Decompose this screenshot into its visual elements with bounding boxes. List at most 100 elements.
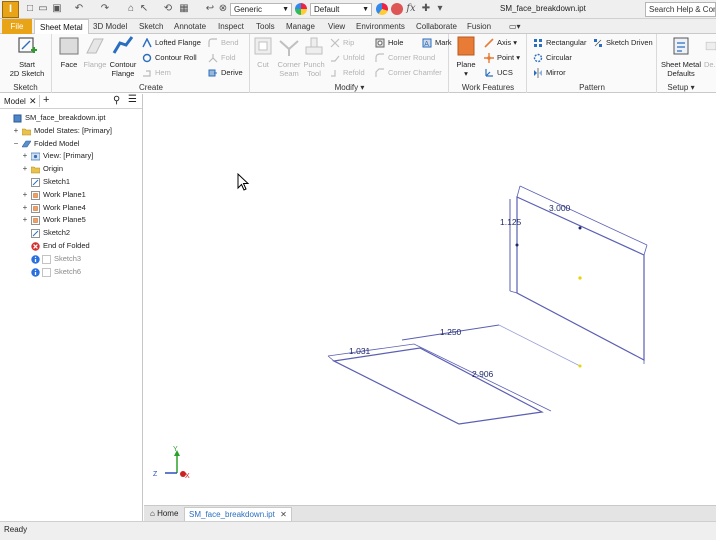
tab-environments[interactable]: Environments — [351, 19, 410, 34]
face-button[interactable]: Face — [56, 35, 82, 69]
corner-seam-button[interactable]: Corner Seam — [276, 35, 302, 78]
unfold-button[interactable]: Unfold — [330, 52, 365, 64]
axis-button[interactable]: Axis ▾ — [484, 37, 517, 49]
project-icon[interactable]: ▦ — [178, 3, 190, 15]
expand-icon[interactable]: + — [12, 125, 20, 137]
material-dropdown[interactable]: Generic ▼ — [230, 3, 292, 16]
tab-inspect[interactable]: Inspect — [213, 19, 249, 34]
undo-icon[interactable]: ↶ — [73, 3, 85, 15]
redo-icon[interactable]: ↷ — [99, 3, 111, 15]
add-browser-icon[interactable]: + — [43, 94, 49, 106]
dimension-label-flat-length[interactable]: 2.906 — [472, 369, 494, 379]
plane-button[interactable]: Plane ▾ — [453, 35, 479, 78]
add-icon[interactable]: ✚ — [420, 3, 432, 15]
dimension-line-width — [519, 185, 648, 246]
fold-button[interactable]: Fold — [208, 52, 236, 64]
circular-pattern-button[interactable]: Circular — [533, 52, 572, 64]
adjust-appearance-icon[interactable] — [376, 3, 388, 15]
cut-button[interactable]: Cut — [252, 35, 274, 69]
menu-icon[interactable]: ☰ — [128, 94, 137, 105]
flat-face[interactable] — [327, 343, 552, 425]
vertical-face[interactable] — [509, 185, 648, 364]
collapse-icon[interactable]: − — [12, 138, 20, 150]
tab-tools[interactable]: Tools — [251, 19, 280, 34]
tab-overflow[interactable]: ▭▾ — [504, 19, 526, 34]
dimension-label-width[interactable]: 3.000 — [549, 203, 571, 213]
ucs-button[interactable]: UCS — [484, 67, 513, 79]
flange-button[interactable]: Flange — [82, 35, 108, 69]
panel-title-setup[interactable]: Setup ▾ — [658, 83, 704, 92]
contour-flange-button[interactable]: Contour Flange — [108, 35, 138, 78]
customize-icon[interactable]: ▾ — [434, 3, 446, 15]
search-icon[interactable]: ⚲ — [113, 95, 120, 106]
update-icon[interactable]: ⟲ — [162, 3, 174, 15]
refold-button[interactable]: Refold — [330, 67, 365, 79]
bend-button[interactable]: Bend — [208, 37, 239, 49]
help-search-input[interactable]: Search Help & Commands... — [645, 2, 716, 17]
rectangular-pattern-button[interactable]: Rectangular — [533, 37, 586, 49]
dimension-label-offset[interactable]: 1.250 — [440, 327, 462, 337]
save-icon[interactable]: ▣ — [51, 3, 63, 15]
point-button[interactable]: Point ▾ — [484, 52, 520, 64]
select-icon[interactable]: ↖ — [138, 3, 150, 15]
dimension-label-flat-width[interactable]: 1.031 — [349, 346, 371, 356]
corner-round-button[interactable]: Corner Round — [375, 52, 435, 64]
appearance-dropdown[interactable]: Default ▼ — [310, 3, 372, 16]
hole-button[interactable]: Hole — [375, 37, 403, 49]
corner-chamfer-button[interactable]: Corner Chamfer — [375, 67, 442, 79]
derive-button[interactable]: Derive — [208, 67, 243, 79]
contour-roll-button[interactable]: Contour Roll — [142, 52, 197, 64]
rip-button[interactable]: Rip — [330, 37, 354, 49]
cancel-icon[interactable]: ⊗ — [217, 3, 229, 15]
tab-annotate[interactable]: Annotate — [169, 19, 211, 34]
home-view-icon[interactable]: ⌂ — [125, 3, 137, 15]
tab-home[interactable]: ⌂ Home — [146, 507, 182, 521]
tab-manage[interactable]: Manage — [281, 19, 320, 34]
tab-view[interactable]: View — [323, 19, 350, 34]
start-2d-sketch-button[interactable]: Start 2D Sketch — [4, 35, 50, 78]
sketch-point[interactable] — [578, 226, 582, 230]
tab-sketch[interactable]: Sketch — [134, 19, 168, 34]
sketch-point[interactable] — [515, 243, 519, 247]
mirror-button[interactable]: Mirror — [533, 67, 566, 79]
graphics-window[interactable]: 1.125 3.000 1.250 1.031 2.906 Y Z X — [144, 94, 716, 505]
panel-title-modify[interactable]: Modify ▾ — [251, 83, 448, 92]
tab-file[interactable]: File — [2, 19, 32, 34]
view-triad[interactable]: Y Z X — [153, 446, 190, 480]
new-file-icon[interactable]: □ — [24, 3, 36, 15]
browser-tab-model[interactable]: Model — [4, 97, 26, 106]
tab-collaborate[interactable]: Collaborate — [411, 19, 462, 34]
inventor-logo[interactable]: I — [2, 1, 19, 18]
clear-appearance-icon[interactable] — [391, 3, 403, 15]
tab-document-active[interactable]: SM_face_breakdown.ipt ✕ — [184, 507, 292, 521]
sketch-driven-pattern-button[interactable]: Sketch Driven — [593, 37, 653, 49]
mark-button[interactable]: A Mark — [422, 37, 452, 49]
close-icon[interactable]: ✕ — [29, 96, 37, 107]
sketch-driven-pattern-icon — [594, 39, 602, 47]
tab-fusion[interactable]: Fusion — [462, 19, 496, 34]
expand-icon[interactable]: + — [21, 202, 29, 214]
dimension-label-height[interactable]: 1.125 — [500, 217, 522, 227]
center-point[interactable] — [578, 276, 582, 280]
expand-icon[interactable]: + — [21, 214, 29, 226]
close-icon[interactable]: ✕ — [280, 510, 287, 519]
lofted-flange-button[interactable]: Lofted Flange — [142, 37, 201, 49]
expand-icon[interactable]: + — [21, 150, 29, 162]
sheet-metal-defaults-button[interactable]: Sheet Metal Defaults — [658, 35, 704, 78]
active-document-label: SM_face_breakdown.ipt — [189, 510, 275, 519]
return-icon[interactable]: ↩ — [204, 3, 216, 15]
open-file-icon[interactable]: ▭ — [37, 3, 49, 15]
tab-sheet-metal[interactable]: Sheet Metal — [34, 19, 89, 35]
appearance-icon[interactable] — [295, 3, 307, 15]
truncated-setup-button[interactable]: De... — [704, 35, 716, 69]
svg-text:A: A — [424, 41, 429, 48]
rip-label: Rip — [343, 38, 355, 47]
punch-tool-button[interactable]: Punch Tool — [302, 35, 326, 78]
parameters-icon[interactable]: fx — [405, 3, 417, 15]
sketch-point[interactable] — [578, 364, 582, 368]
hem-button[interactable]: Hem — [142, 67, 171, 79]
expand-icon[interactable]: + — [21, 189, 29, 201]
model-viewport[interactable]: 1.125 3.000 1.250 1.031 2.906 Y Z X — [144, 94, 716, 505]
expand-icon[interactable]: + — [21, 163, 29, 175]
tab-3d-model[interactable]: 3D Model — [88, 19, 132, 34]
